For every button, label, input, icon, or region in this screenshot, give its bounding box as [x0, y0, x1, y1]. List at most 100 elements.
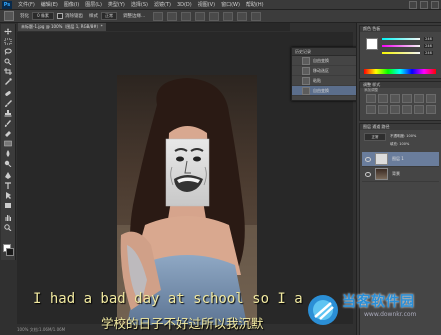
gradient-tool-icon[interactable]: [4, 140, 12, 147]
red-slider[interactable]: 246: [382, 37, 433, 41]
photo-filter-icon[interactable]: [390, 105, 400, 114]
color-foreground-swatch[interactable]: [366, 38, 378, 50]
clone-stamp-tool-icon[interactable]: [4, 110, 12, 117]
marquee-preset-icon[interactable]: [4, 11, 14, 21]
red-slider-track[interactable]: [382, 38, 420, 40]
menu-file[interactable]: 文件(F): [18, 1, 35, 8]
blue-slider[interactable]: 246: [382, 51, 433, 55]
layer-row[interactable]: 背景: [362, 167, 439, 182]
crop-tool-icon[interactable]: [4, 68, 12, 75]
history-item-label: 自由变换: [313, 57, 329, 63]
menu-image[interactable]: 图像(I): [64, 1, 79, 8]
history-step-icon: [302, 86, 310, 95]
photo-illustration: [117, 75, 257, 325]
menu-edit[interactable]: 编辑(E): [41, 1, 58, 8]
blend-mode-select[interactable]: 正常: [364, 133, 386, 141]
layers-panel-tab[interactable]: 图层 通道 路径: [360, 124, 441, 130]
opacity-field[interactable]: 不透明度: 100%: [390, 134, 416, 139]
menu-select[interactable]: 选择(S): [131, 1, 148, 8]
style-select[interactable]: 正常: [101, 12, 117, 20]
align-left-button[interactable]: [195, 11, 206, 21]
align-top-button[interactable]: [153, 11, 164, 21]
menu-window[interactable]: 窗口(W): [221, 1, 240, 8]
blue-value[interactable]: 246: [424, 51, 433, 55]
history-item-label: 粘贴: [313, 77, 321, 83]
channel-mixer-icon[interactable]: [402, 105, 412, 114]
align-middle-button[interactable]: [167, 11, 178, 21]
exposure-icon[interactable]: [402, 94, 412, 103]
color-spectrum-bar[interactable]: [364, 69, 436, 74]
history-item[interactable]: 移动选区: [292, 66, 358, 76]
green-slider-track[interactable]: [382, 45, 420, 47]
menu-3d[interactable]: 3D(D): [177, 2, 192, 8]
chinese-subtitle: 学校的日子不好过所以我沉默: [101, 316, 264, 331]
watermark-logo-icon: [308, 295, 338, 325]
feather-input[interactable]: 0 像素: [32, 12, 54, 20]
vibrance-icon[interactable]: [414, 94, 424, 103]
color-lookup-icon[interactable]: [414, 105, 424, 114]
healing-brush-tool-icon[interactable]: [4, 90, 12, 97]
green-value[interactable]: 246: [424, 44, 433, 48]
path-select-tool-icon[interactable]: [4, 192, 12, 199]
red-value[interactable]: 246: [424, 37, 433, 41]
antialias-checkbox[interactable]: [57, 13, 63, 19]
curves-icon[interactable]: [390, 94, 400, 103]
style-label: 样式: [89, 14, 98, 19]
history-brush-tool-icon[interactable]: [4, 120, 12, 127]
lasso-tool-icon[interactable]: [4, 48, 12, 55]
history-step-icon: [302, 76, 310, 85]
layer-visibility-eye-icon[interactable]: [365, 171, 371, 177]
dodge-tool-icon[interactable]: [4, 160, 12, 167]
hue-saturation-icon[interactable]: [426, 94, 436, 103]
hand-tool-icon[interactable]: [4, 214, 12, 221]
layer-thumbnail: [375, 153, 388, 165]
minimize-button[interactable]: [409, 1, 417, 9]
type-tool-icon[interactable]: [4, 182, 12, 189]
color-balance-icon[interactable]: [366, 105, 376, 114]
history-item[interactable]: 粘贴: [292, 76, 358, 86]
transform-buttons: [153, 11, 262, 21]
move-tool-icon[interactable]: [4, 28, 12, 35]
green-slider[interactable]: 246: [382, 44, 433, 48]
pen-tool-icon[interactable]: [4, 172, 12, 179]
history-item[interactable]: 自由变换: [292, 56, 358, 66]
history-panel-header[interactable]: 历史记录: [292, 48, 358, 56]
marquee-tool-icon[interactable]: [4, 38, 12, 45]
maximize-button[interactable]: [420, 1, 428, 9]
align-center-button[interactable]: [209, 11, 220, 21]
quick-select-tool-icon[interactable]: [4, 58, 12, 65]
invert-icon[interactable]: [426, 105, 436, 114]
watermark-name: 当客软件园: [342, 294, 415, 310]
close-button[interactable]: [431, 1, 439, 9]
brush-tool-icon[interactable]: [4, 100, 12, 107]
menu-type[interactable]: 类型(Y): [108, 1, 125, 8]
zoom-tool-icon[interactable]: [4, 224, 12, 231]
auto-align-button[interactable]: [251, 11, 262, 21]
blur-tool-icon[interactable]: [4, 150, 12, 157]
refine-edge-button[interactable]: 调整边缘...: [123, 13, 145, 19]
distribute-button[interactable]: [237, 11, 248, 21]
fill-field[interactable]: 填充: 100%: [390, 142, 409, 147]
menu-layer[interactable]: 图层(L): [85, 1, 102, 8]
color-panel: 颜色 色板 246 246 246: [359, 25, 441, 79]
layer-row[interactable]: 图层 1: [362, 152, 439, 167]
layer-visibility-eye-icon[interactable]: [365, 156, 371, 162]
eraser-tool-icon[interactable]: [4, 130, 12, 137]
align-right-button[interactable]: [223, 11, 234, 21]
menu-view[interactable]: 视图(V): [198, 1, 215, 8]
black-white-icon[interactable]: [378, 105, 388, 114]
menu-help[interactable]: 帮助(H): [246, 1, 264, 8]
history-item-active[interactable]: 自由变换: [292, 86, 358, 96]
levels-icon[interactable]: [378, 94, 388, 103]
document-tab[interactable]: 未标题-1.jpg @ 100%（图层 1, RGB/8#）*: [18, 23, 106, 31]
background-color-swatch[interactable]: [6, 248, 14, 256]
align-bottom-button[interactable]: [181, 11, 192, 21]
menu-filter[interactable]: 滤镜(T): [154, 1, 171, 8]
eyedropper-tool-icon[interactable]: [4, 78, 12, 85]
shape-tool-icon[interactable]: [4, 202, 12, 209]
photoshop-window: Ps 文件(F) 编辑(E) 图像(I) 图层(L) 类型(Y) 选择(S) 滤…: [0, 0, 441, 335]
antialias-label: 消除锯齿: [65, 14, 83, 19]
color-panel-tab[interactable]: 颜色 色板: [360, 26, 441, 32]
brightness-contrast-icon[interactable]: [366, 94, 376, 103]
blue-slider-track[interactable]: [382, 52, 420, 54]
